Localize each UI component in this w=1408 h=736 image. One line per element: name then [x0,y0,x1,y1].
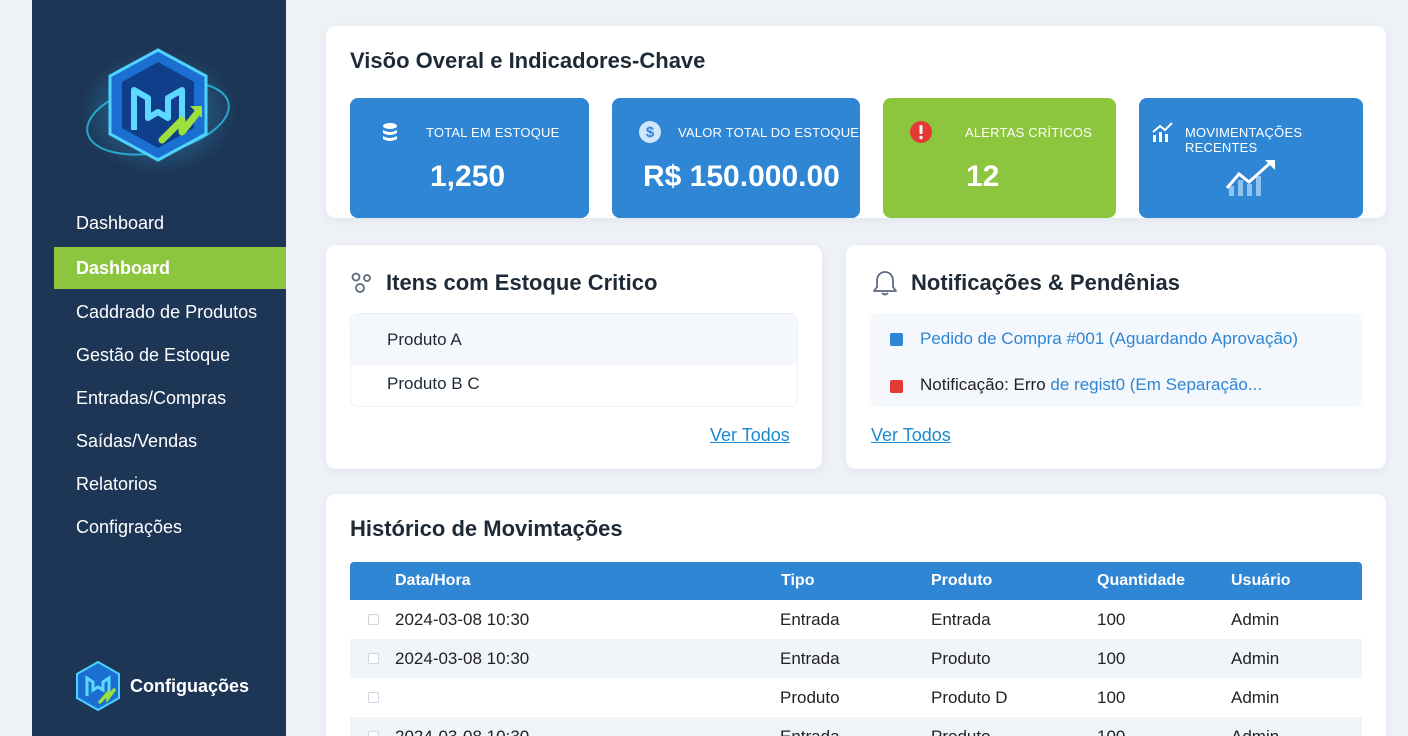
cell-datahora: 2024-03-08 10:30 [395,610,530,629]
alert-icon [910,121,932,143]
cell-usuario: Admin [1231,649,1280,668]
status-square-blue-icon [890,333,903,346]
cell-quantidade: 100 [1097,688,1126,707]
notification-detail: de regist0 (Em Separação... [1045,375,1263,394]
notification-item[interactable]: Notificação: Erro de regist0 (Em Separaç… [870,359,1362,405]
row-checkbox[interactable] [368,692,379,703]
sidebar-footer[interactable]: Configuações [74,660,249,712]
list-item[interactable]: Produto A [351,314,797,365]
cell-produto: Entrada [931,610,991,629]
sidebar-item-gestao-estoque[interactable]: Gestão de Estoque [54,334,286,377]
sidebar-item-configuracoes[interactable]: Configrações [54,506,286,549]
notification-text: Pedido de Compra #001 (Aguardando Aprova… [920,329,1299,348]
kpi-label: TOTAL EM ESTOQUE [426,125,560,140]
row-checkbox[interactable] [368,653,379,664]
column-header-quantidade[interactable]: Quantidade [1097,562,1185,600]
sidebar-item-relatorios[interactable]: Relatorios [54,463,286,506]
stack-icon [383,123,397,141]
kpi-alertas-criticos[interactable]: ALERTAS CRÍTICOS 12 [883,98,1116,218]
kpi-value: R$ 150.000.00 [643,160,840,193]
cell-datahora: 2024-03-08 10:30 [395,717,529,736]
column-header-tipo[interactable]: Tipo [781,562,814,600]
notifications-title: Notificações & Pendênias [911,270,1180,295]
sidebar-item-dashboard-active[interactable]: Dashboard [54,247,286,289]
dollar-icon: $ [639,121,661,143]
column-header-produto[interactable]: Produto [931,562,992,600]
brand-logo-small-icon [76,660,120,712]
sidebar-footer-label: Configuações [130,675,250,696]
sidebar-item-cadastro-produtos[interactable]: Caddrado de Produtos [54,291,286,334]
sidebar-nav: Dashboard Dashboard Caddrado de Produtos… [54,202,286,549]
cell-usuario: Admin [1231,610,1280,629]
bell-icon [873,271,897,296]
history-table-header: Data/Hora Tipo Produto Quantidade Usuári… [350,562,1362,600]
status-square-red-icon [890,380,903,393]
critical-items-list: Produto A Produto B C [350,313,798,407]
row-checkbox[interactable] [368,731,379,736]
kpi-valor-total[interactable]: $ VALOR TOTAL DO ESTOQUE R$ 150.000.00 [612,98,860,218]
kpi-label: ALERTAS CRÍTICOS [965,125,1092,140]
table-row[interactable]: 2024-03-08 10:30 Entrada Entrada 100 Adm… [350,600,1362,639]
notifications-card: Notificações & Pendênias Pedido de Compr… [846,245,1386,469]
sidebar-item-saidas-vendas[interactable]: Saídas/Vendas [54,420,286,463]
overview-title: Visõo Overal e Indicadores-Chave [350,48,706,73]
cell-usuario: Admin [1231,717,1279,736]
molecule-icon [351,272,371,293]
critical-items-card: Itens com Estoque Critico Produto A Prod… [326,245,822,469]
cell-produto: Produto [931,717,991,736]
kpi-total-estoque[interactable]: TOTAL EM ESTOQUE 1,250 [350,98,589,218]
cell-tipo: Entrada [780,610,840,629]
table-row[interactable]: 2024-03-08 10:30 Entrada Produto 100 Adm… [350,639,1362,678]
trend-chart-icon [1225,160,1275,196]
notification-item[interactable]: Pedido de Compra #001 (Aguardando Aprova… [870,313,1362,359]
notification-prefix: Notificação: Erro [920,375,1046,394]
column-header-usuario[interactable]: Usuário [1231,562,1291,600]
cell-quantidade: 100 [1097,610,1126,629]
list-item[interactable]: Produto B C [351,365,797,407]
critical-items-title: Itens com Estoque Critico [386,270,658,295]
column-header-datahora[interactable]: Data/Hora [395,562,471,600]
cell-produto: Produto [931,649,991,668]
bar-chart-icon [1152,122,1173,142]
cell-quantidade: 100 [1097,649,1126,668]
notifications-see-all-link[interactable]: Ver Todos [871,425,951,446]
brand-logo [80,48,236,174]
cell-produto: Produto D [931,688,1008,707]
notifications-list: Pedido de Compra #001 (Aguardando Aprova… [870,313,1362,407]
notification-text: Notificação: Erro de regist0 (Em Separaç… [920,375,1262,395]
svg-text:$: $ [646,124,655,141]
history-title: Histórico de Movimtações [350,516,623,541]
sidebar-item-entradas-compras[interactable]: Entradas/Compras [54,377,286,420]
cell-usuario: Admin [1231,688,1280,707]
sidebar: Dashboard Dashboard Caddrado de Produtos… [32,0,286,736]
table-row[interactable]: 2024-03-08 10:30 Entrada Produto 100 Adm… [350,717,1362,736]
cell-tipo: Entrada [780,649,840,668]
kpi-value: 1,250 [430,160,506,193]
cell-quantidade: 100 [1097,717,1125,736]
kpi-label: VALOR TOTAL DO ESTOQUE [678,125,860,140]
critical-see-all-link[interactable]: Ver Todos [710,425,790,446]
kpi-label: MOVIMENTAÇÕES RECENTES [1185,125,1303,155]
kpi-value: 12 [966,160,1000,193]
list-item-label: Produto A [387,330,462,349]
cell-tipo: Produto [780,688,840,707]
list-item-label: Produto B C [387,374,480,393]
sidebar-item-dashboard[interactable]: Dashboard [54,202,286,245]
row-checkbox[interactable] [368,614,379,625]
table-row[interactable]: Produto Produto D 100 Admin [350,678,1362,717]
cell-tipo: Entrada [780,717,840,736]
kpi-movimentacoes-recentes[interactable]: MOVIMENTAÇÕES RECENTES [1139,98,1363,218]
cell-datahora: 2024-03-08 10:30 [395,649,530,668]
